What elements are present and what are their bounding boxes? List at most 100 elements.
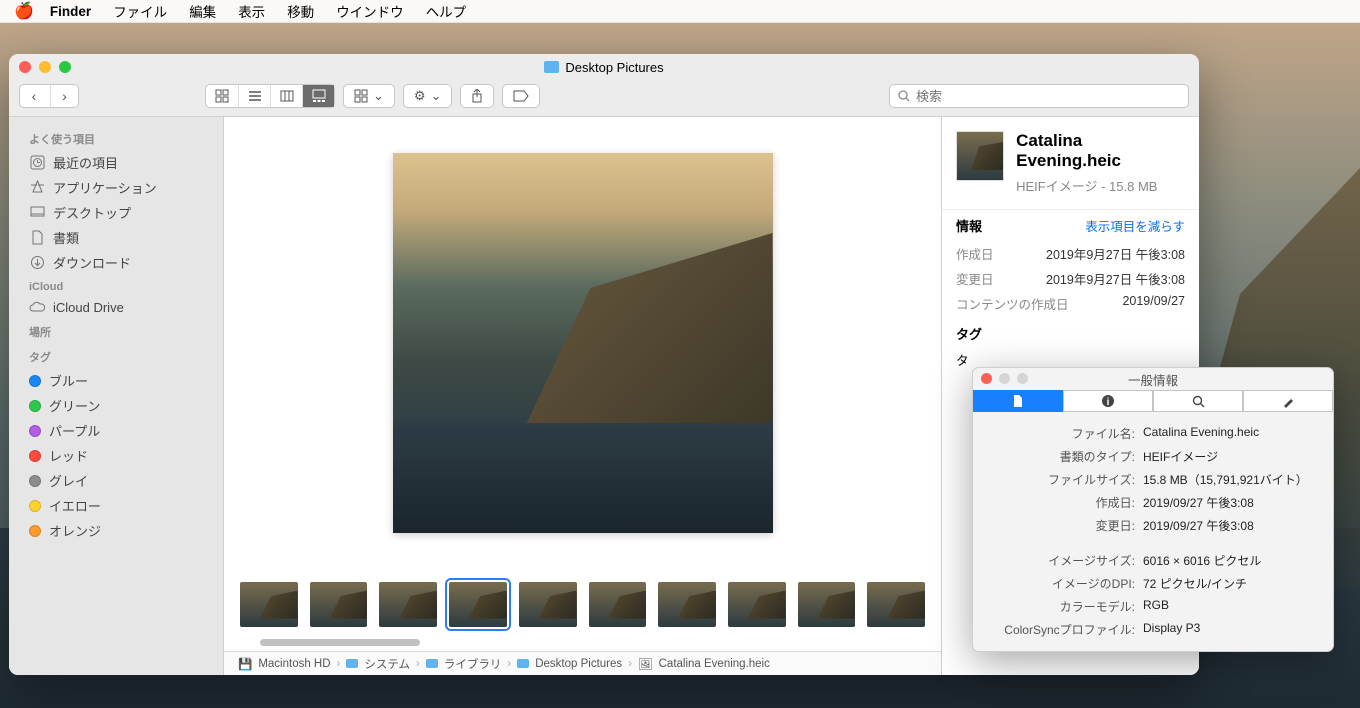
scrollbar-thumb[interactable] (260, 639, 420, 646)
insp-row: 作成日:2019/09/27 午後3:08 (973, 491, 1333, 514)
thumbnail[interactable] (658, 582, 716, 627)
gear-icon: ⚙︎ (414, 88, 426, 104)
sidebar-item-recents[interactable]: 最近の項目 (9, 150, 223, 175)
fullscreen-button[interactable] (59, 61, 71, 73)
gallery-view-button[interactable] (302, 85, 334, 107)
path-bar: 💾 Macintosh HD› システム› ライブラリ› Desktop Pic… (224, 651, 941, 675)
minimize-button[interactable] (999, 373, 1010, 384)
tag-dot (29, 525, 41, 537)
close-button[interactable] (19, 61, 31, 73)
insp-row: ファイルサイズ:15.8 MB（15,791,921バイト） (973, 468, 1333, 491)
forward-button[interactable]: › (50, 85, 78, 107)
sidebar-tag-green[interactable]: グリーン (9, 393, 223, 418)
menu-edit[interactable]: 編集 (189, 1, 216, 21)
path-segment[interactable]: システム (364, 656, 410, 672)
path-segment[interactable]: Macintosh HD (258, 658, 330, 670)
sidebar-tag-blue[interactable]: ブルー (9, 368, 223, 393)
preview-area (224, 117, 941, 569)
info-row-content-created: コンテンツの作成日2019/09/27 (942, 291, 1199, 316)
traffic-lights (19, 61, 71, 73)
info-section-label: 情報 (956, 216, 982, 235)
tab-search[interactable] (1153, 390, 1243, 412)
path-segment[interactable]: Catalina Evening.heic (659, 658, 770, 670)
sidebar-item-applications[interactable]: アプリケーション (9, 175, 223, 200)
menu-window[interactable]: ウインドウ (336, 1, 404, 21)
tab-general[interactable] (973, 390, 1063, 412)
menu-go[interactable]: 移動 (287, 1, 314, 21)
column-view-button[interactable] (270, 85, 302, 107)
menu-help[interactable]: ヘルプ (426, 1, 467, 21)
tags-button[interactable] (502, 84, 540, 108)
chevron-down-icon: ⌄ (431, 88, 442, 104)
thumbnail[interactable] (798, 582, 856, 627)
sidebar-tag-purple[interactable]: パープル (9, 418, 223, 443)
horizontal-scrollbar[interactable] (224, 639, 941, 651)
thumbnail-selected[interactable] (449, 582, 507, 627)
chevron-down-icon: ⌄ (373, 88, 384, 104)
fullscreen-button[interactable] (1017, 373, 1028, 384)
folder-icon (346, 659, 358, 668)
search-box[interactable] (889, 84, 1189, 108)
sidebar-item-desktop[interactable]: デスクトップ (9, 200, 223, 225)
insp-row: ColorSyncプロファイル:Display P3 (973, 618, 1333, 641)
path-segment[interactable]: Desktop Pictures (535, 658, 622, 670)
menubar: 🍎 Finder ファイル 編集 表示 移動 ウインドウ ヘルプ (0, 0, 1360, 23)
sidebar-item-documents[interactable]: 書類 (9, 225, 223, 250)
insp-row: カラーモデル:RGB (973, 595, 1333, 618)
tag-dot (29, 450, 41, 462)
info-filename: Catalina Evening.heic (1016, 131, 1185, 172)
minimize-button[interactable] (39, 61, 51, 73)
svg-text:i: i (1107, 397, 1110, 408)
thumbnail[interactable] (728, 582, 786, 627)
sidebar-tag-gray[interactable]: グレイ (9, 468, 223, 493)
thumbnail[interactable] (240, 582, 298, 627)
menu-file[interactable]: ファイル (113, 1, 167, 21)
icon-view-button[interactable] (206, 85, 238, 107)
window-title: Desktop Pictures (544, 60, 663, 75)
sidebar-item-icloud[interactable]: iCloud Drive (9, 296, 223, 318)
group-button[interactable]: ⌄ (343, 84, 395, 108)
share-button[interactable] (460, 84, 494, 108)
tag-dot (29, 400, 41, 412)
thumbnail[interactable] (519, 582, 577, 627)
sidebar-tag-orange[interactable]: オレンジ (9, 518, 223, 543)
inspector-window: 一般情報 i ファイル名:Catalina Evening.heic 書類のタイ… (972, 367, 1334, 652)
tab-edit[interactable] (1243, 390, 1333, 412)
folder-icon (544, 61, 559, 73)
inspector-body: ファイル名:Catalina Evening.heic 書類のタイプ:HEIFイ… (973, 412, 1333, 651)
clock-icon (29, 155, 45, 171)
inspector-titlebar: 一般情報 (973, 368, 1333, 390)
view-mode-group (205, 84, 335, 108)
search-input[interactable] (916, 89, 1180, 104)
apps-icon (29, 180, 45, 196)
thumbnail[interactable] (379, 582, 437, 627)
search-icon (898, 90, 910, 102)
sidebar-icloud-header: iCloud (9, 275, 223, 296)
tab-info[interactable]: i (1063, 390, 1153, 412)
close-button[interactable] (981, 373, 992, 384)
thumbnail[interactable] (867, 582, 925, 627)
apple-icon[interactable]: 🍎 (14, 1, 34, 21)
list-view-button[interactable] (238, 85, 270, 107)
tag-dot (29, 425, 41, 437)
menu-view[interactable]: 表示 (238, 1, 265, 21)
thumbnail-strip (224, 569, 941, 639)
sidebar-item-downloads[interactable]: ダウンロード (9, 250, 223, 275)
sidebar: よく使う項目 最近の項目 アプリケーション デスクトップ 書類 ダウンロード i… (9, 117, 224, 675)
sidebar-tag-red[interactable]: レッド (9, 443, 223, 468)
show-less-link[interactable]: 表示項目を減らす (1085, 216, 1185, 235)
back-button[interactable]: ‹ (20, 85, 48, 107)
inspector-tabs: i (973, 390, 1333, 412)
menu-app[interactable]: Finder (50, 4, 91, 19)
info-row-created: 作成日2019年9月27日 午後3:08 (942, 241, 1199, 266)
action-button[interactable]: ⚙︎ ⌄ (403, 84, 453, 108)
sidebar-tag-yellow[interactable]: イエロー (9, 493, 223, 518)
nav-buttons: ‹ › (19, 84, 79, 108)
titlebar: Desktop Pictures (9, 54, 1199, 76)
tag-dot (29, 375, 41, 387)
thumbnail[interactable] (589, 582, 647, 627)
path-segment[interactable]: ライブラリ (444, 656, 502, 672)
insp-row: ファイル名:Catalina Evening.heic (973, 422, 1333, 445)
thumbnail[interactable] (310, 582, 368, 627)
preview-image[interactable] (393, 153, 773, 533)
